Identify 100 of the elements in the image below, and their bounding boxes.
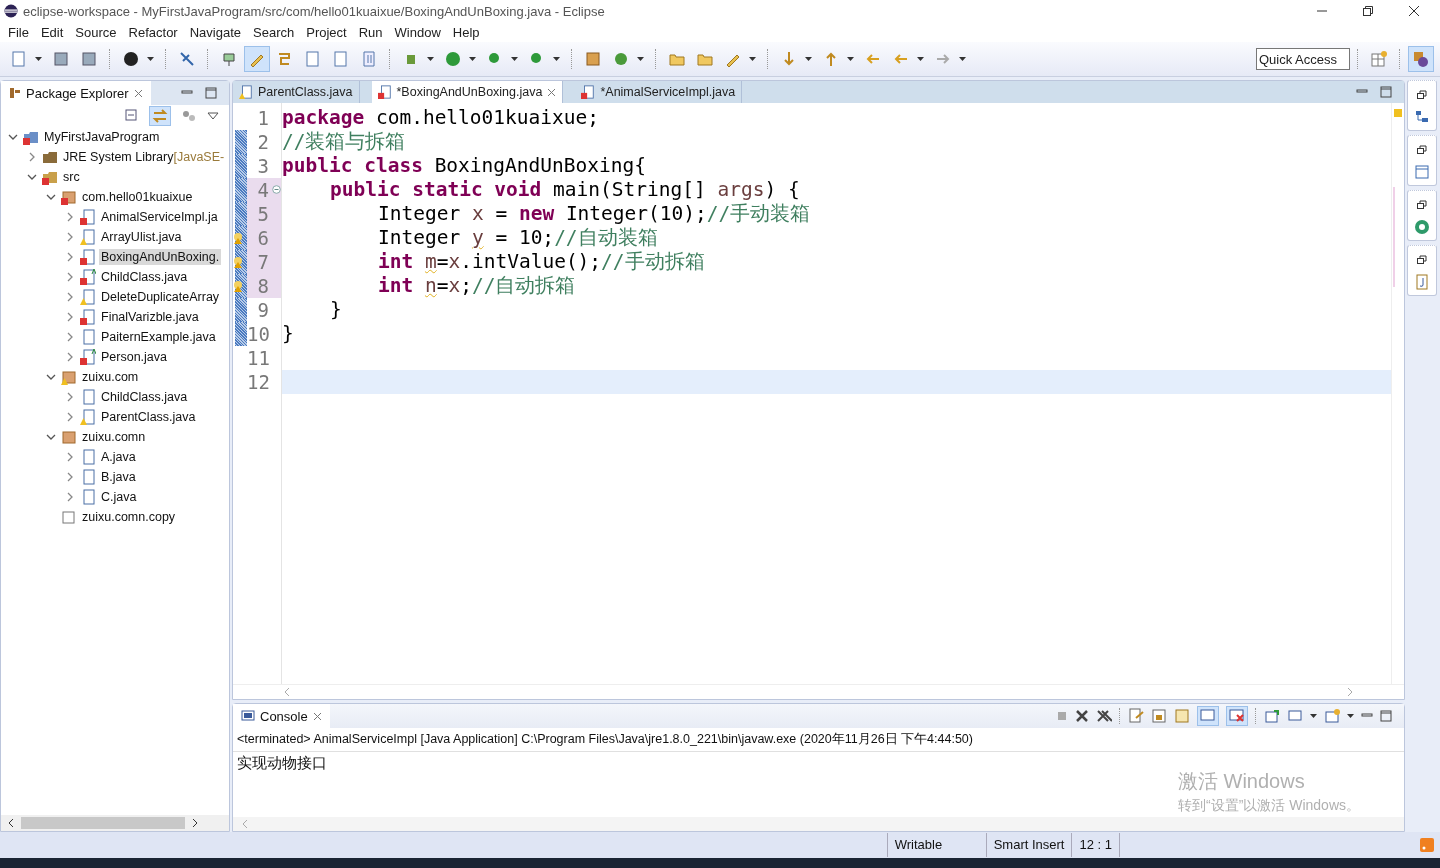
- menu-item[interactable]: Run: [352, 24, 389, 40]
- dropdown-caret-icon[interactable]: [553, 57, 560, 61]
- display-console-icon[interactable]: [1287, 708, 1303, 724]
- package-explorer-tab[interactable]: Package Explorer: [1, 81, 151, 105]
- console-tab[interactable]: Console: [233, 704, 330, 728]
- link-editor-icon[interactable]: [149, 106, 171, 126]
- editor-tab[interactable]: *AnimalServiceImpl.java: [575, 81, 743, 103]
- tree-item[interactable]: FinalVarizble.java: [99, 309, 201, 325]
- menu-item[interactable]: Project: [300, 24, 353, 40]
- remove-launch-icon[interactable]: [1075, 709, 1089, 723]
- code-token: Integer: [378, 226, 462, 249]
- scroll-lock-icon[interactable]: [1151, 708, 1167, 724]
- dropdown-caret-icon[interactable]: [469, 57, 476, 61]
- code-token: Integer: [378, 202, 462, 225]
- palette-icon[interactable]: [1414, 219, 1430, 235]
- maximize-icon[interactable]: [1380, 86, 1392, 98]
- restore-icon[interactable]: [1416, 254, 1428, 266]
- tree-item[interactable]: JRE System Library[JavaSE-: [61, 149, 227, 165]
- java-perspective-icon[interactable]: [1408, 46, 1434, 72]
- editor-tab[interactable]: *BoxingAndUnBoxing.java: [371, 81, 564, 103]
- code-token: n: [424, 274, 437, 297]
- maximize-icon[interactable]: [205, 87, 217, 99]
- dropdown-caret-icon[interactable]: [749, 57, 756, 61]
- terminate-icon[interactable]: [1056, 710, 1068, 722]
- dropdown-caret-icon[interactable]: [511, 57, 518, 61]
- menu-item[interactable]: Navigate: [183, 24, 247, 40]
- menu-item[interactable]: File: [2, 24, 35, 40]
- collapse-all-icon[interactable]: [125, 109, 139, 123]
- tree-item[interactable]: Person.java: [99, 349, 169, 365]
- dropdown-caret-icon[interactable]: [847, 57, 854, 61]
- dropdown-caret-icon[interactable]: [637, 57, 644, 61]
- code-token: Integer(10);: [564, 202, 707, 225]
- restore-icon[interactable]: [1416, 199, 1428, 211]
- fold-icon[interactable]: [272, 185, 281, 194]
- code-token: = 10;: [494, 226, 555, 249]
- java-file-icon[interactable]: [1414, 274, 1430, 290]
- tree-item[interactable]: src: [61, 169, 82, 185]
- remove-all-icon[interactable]: [1096, 709, 1112, 723]
- pin-console-icon[interactable]: [1264, 708, 1280, 724]
- line-number: 12: [247, 371, 269, 393]
- tree-item[interactable]: AnimalServiceImpl.ja: [99, 209, 220, 225]
- view-menu-icon[interactable]: [207, 111, 219, 121]
- dropdown-caret-icon[interactable]: [917, 57, 924, 61]
- tree-item[interactable]: DeleteDuplicateArray: [99, 289, 222, 305]
- menu-item[interactable]: Window: [388, 24, 447, 40]
- code-token: x: [448, 274, 461, 297]
- menu-item[interactable]: Search: [247, 24, 301, 40]
- restore-icon[interactable]: [1416, 144, 1428, 156]
- tree-item[interactable]: C.java: [99, 489, 139, 505]
- status-field: Smart Insert: [985, 833, 1072, 857]
- tree-item[interactable]: ParentClass.java: [99, 409, 198, 425]
- tree-item[interactable]: ArrayUlist.java: [99, 229, 184, 245]
- editor-tab[interactable]: ParentClass.java: [233, 81, 360, 103]
- restore-icon[interactable]: [1416, 89, 1428, 101]
- new-console-icon[interactable]: [1324, 708, 1340, 724]
- dropdown-caret-icon[interactable]: [805, 57, 812, 61]
- menu-item[interactable]: Edit: [34, 24, 70, 40]
- tree-item[interactable]: zuixu.com: [80, 369, 141, 385]
- code-token: int: [378, 274, 415, 297]
- tree-item[interactable]: MyFirstJavaProgram: [42, 129, 162, 145]
- outline-icon[interactable]: [1414, 109, 1430, 125]
- dropdown-caret-icon[interactable]: [1310, 714, 1317, 718]
- tree-item[interactable]: B.java: [99, 469, 138, 485]
- menu-item[interactable]: Source: [69, 24, 123, 40]
- code-token: public class: [282, 154, 423, 177]
- code-token: //装箱与拆箱: [282, 130, 406, 153]
- dropdown-caret-icon[interactable]: [147, 57, 154, 61]
- restore-icon[interactable]: [1362, 5, 1374, 17]
- dropdown-caret-icon[interactable]: [1347, 714, 1354, 718]
- filter-icon[interactable]: [181, 109, 197, 123]
- dropdown-caret-icon[interactable]: [427, 57, 434, 61]
- maximize-icon[interactable]: [1380, 710, 1392, 722]
- clear-console-icon[interactable]: [1128, 708, 1144, 724]
- menu-item[interactable]: Help: [446, 24, 486, 40]
- code-token: //手动装箱: [706, 202, 811, 225]
- scrollbar-thumb[interactable]: [21, 817, 185, 829]
- code-token: y: [471, 226, 484, 249]
- quick-access-field[interactable]: Quick Access: [1256, 48, 1350, 70]
- scroll-right-icon[interactable]: [191, 818, 199, 828]
- word-wrap-icon[interactable]: [1174, 708, 1190, 724]
- tree-item[interactable]: ChildClass.java: [99, 269, 190, 285]
- scroll-left-icon[interactable]: [7, 818, 15, 828]
- line-number: 6: [256, 227, 269, 249]
- tree-item[interactable]: com.hello01kuaixue: [80, 189, 195, 205]
- close-icon[interactable]: [1408, 5, 1420, 17]
- code-token: com.hello01kuaixue;: [374, 106, 599, 129]
- console-output: 实现动物接口: [237, 754, 327, 773]
- show-on-error-icon[interactable]: [1226, 706, 1248, 726]
- tree-item[interactable]: PaiternExample.java: [99, 329, 218, 345]
- tree-item[interactable]: zuixu.comn: [80, 429, 148, 445]
- pen-tool-icon[interactable]: [244, 46, 270, 72]
- menu-item[interactable]: Refactor: [122, 24, 184, 40]
- dropdown-caret-icon[interactable]: [959, 57, 966, 61]
- window-icon[interactable]: [1414, 164, 1430, 180]
- tree-item[interactable]: ChildClass.java: [99, 389, 190, 405]
- tree-item[interactable]: zuixu.comn.copy: [80, 509, 178, 525]
- show-on-output-icon[interactable]: [1197, 706, 1219, 726]
- tree-item[interactable]: A.java: [99, 449, 138, 465]
- dropdown-caret-icon[interactable]: [35, 57, 42, 61]
- tree-item[interactable]: BoxingAndUnBoxing.: [99, 249, 222, 265]
